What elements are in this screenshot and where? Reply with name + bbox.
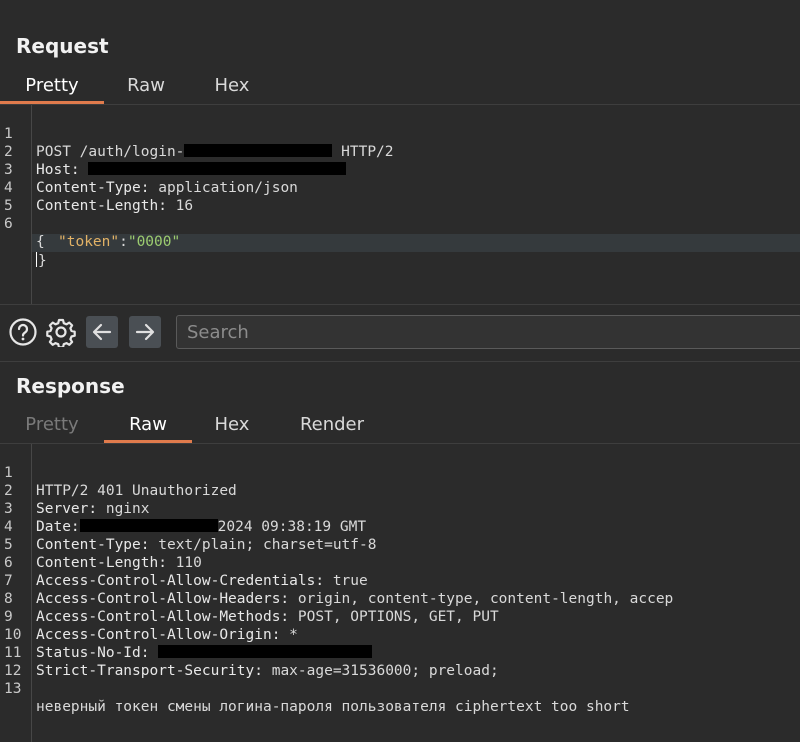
response-tabs: Pretty Raw Hex Render: [0, 409, 800, 443]
question-circle-icon: [9, 318, 37, 346]
tab-response-render[interactable]: Render: [284, 409, 380, 441]
tab-request-pretty[interactable]: Pretty: [0, 70, 104, 104]
tab-response-hex[interactable]: Hex: [196, 409, 268, 441]
search-placeholder: Search: [187, 322, 249, 343]
arrow-right-icon: [135, 323, 155, 341]
text-caret: [36, 252, 37, 267]
tab-label: Hex: [214, 414, 250, 435]
request-title: Request: [16, 34, 109, 58]
response-title: Response: [16, 374, 125, 398]
search-input[interactable]: Search: [176, 315, 800, 349]
code-line: 6 Access-Control-Allow-Credentials: true: [0, 536, 800, 589]
code-line: }: [0, 234, 800, 269]
forward-button[interactable]: [129, 316, 161, 348]
arrow-left-icon: [92, 323, 112, 341]
back-button[interactable]: [86, 316, 118, 348]
code-line: 5: [0, 179, 800, 214]
code-line: 7 Access-Control-Allow-Headers: origin, …: [0, 554, 800, 607]
code-line: "token":"0000": [0, 215, 800, 250]
code-line: 3 Content-Type: application/json: [0, 143, 800, 196]
help-button[interactable]: [8, 317, 38, 347]
request-editor[interactable]: 1 POST /auth/login- HTTP/2 2 Host: 3 Con…: [0, 105, 800, 304]
code-line: 5 Content-Length: 110: [0, 518, 800, 571]
tab-label: Raw: [127, 75, 165, 96]
json-brace-close: }: [38, 253, 47, 269]
code-line: 2 Host:: [0, 125, 800, 178]
code-line: 4 Content-Length: 16: [0, 161, 800, 214]
code-line: 1 POST /auth/login- HTTP/2: [0, 107, 800, 160]
tab-request-raw[interactable]: Raw: [110, 70, 182, 102]
code-line: 1 HTTP/2 401 Unauthorized: [0, 446, 800, 499]
settings-button[interactable]: [46, 317, 76, 349]
code-line: 2 Server: nginx: [0, 464, 800, 517]
tab-request-hex[interactable]: Hex: [196, 70, 268, 102]
code-line: 8 Access-Control-Allow-Methods: POST, OP…: [0, 572, 800, 625]
tab-label: Pretty: [25, 414, 79, 435]
code-line: 9 Access-Control-Allow-Origin: *: [0, 590, 800, 643]
tab-label: Raw: [129, 414, 167, 435]
tab-label: Render: [299, 414, 365, 435]
code-line: 10 Status-No-Id:: [0, 608, 800, 661]
code-line: 4 Content-Type: text/plain; charset=utf-…: [0, 500, 800, 553]
tab-label: Pretty: [25, 75, 79, 96]
tab-response-raw[interactable]: Raw: [104, 409, 192, 443]
tab-label: Hex: [214, 75, 250, 96]
gear-icon: [46, 318, 76, 349]
request-tabs: Pretty Raw Hex: [0, 70, 800, 104]
search-toolbar: Search: [0, 304, 800, 362]
response-editor[interactable]: 1 HTTP/2 401 Unauthorized 2 Server: ngin…: [0, 444, 800, 742]
code-line: 13 неверный токен смены логина-пароля по…: [0, 662, 800, 715]
code-line: 11 Strict-Transport-Security: max-age=31…: [0, 626, 800, 679]
response-body: неверный токен смены логина-пароля польз…: [36, 699, 630, 715]
code-line: 6 {: [0, 197, 800, 250]
tab-response-pretty[interactable]: Pretty: [0, 409, 104, 441]
code-line: 12: [0, 644, 800, 679]
code-line: 3 Date: 2024 09:38:19 GMT: [0, 482, 800, 535]
line-number: 13: [4, 681, 22, 697]
